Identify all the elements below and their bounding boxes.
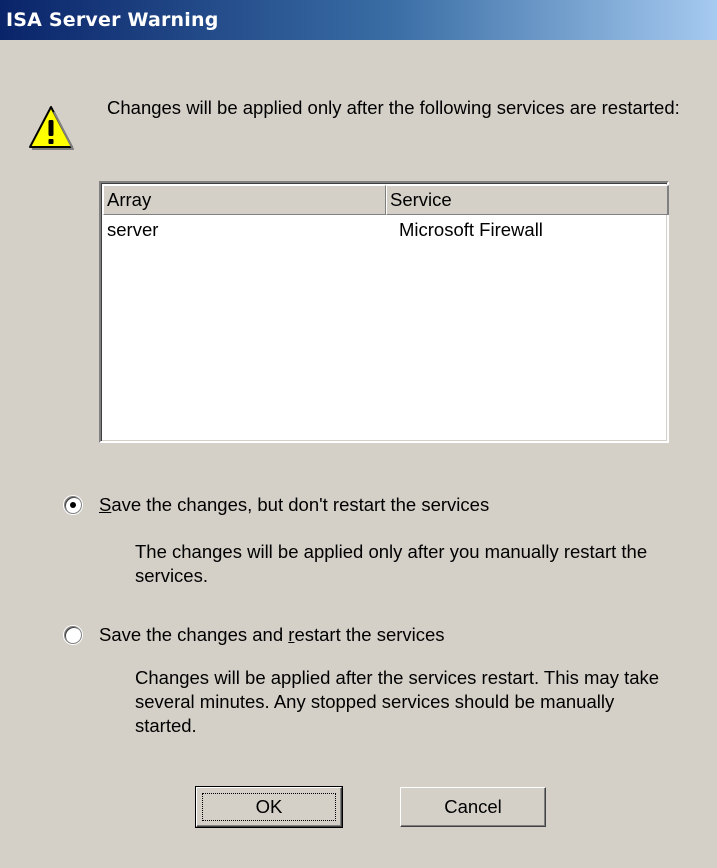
option-save-and-restart-label[interactable]: Save the changes and restart the service… bbox=[99, 623, 445, 647]
column-header-service[interactable]: Service bbox=[386, 185, 669, 215]
cancel-button[interactable]: Cancel bbox=[400, 787, 546, 827]
radio-save-no-restart[interactable] bbox=[64, 496, 82, 514]
list-header: Array Service bbox=[103, 185, 669, 215]
table-row[interactable]: server Microsoft Firewall bbox=[103, 217, 665, 243]
radio-save-and-restart[interactable] bbox=[64, 626, 82, 644]
option-save-no-restart-label[interactable]: Save the changes, but don't restart the … bbox=[99, 493, 489, 517]
label-text: Save the changes and bbox=[99, 624, 289, 645]
label-text: estart the services bbox=[294, 624, 445, 645]
warning-triangle-icon bbox=[29, 106, 74, 150]
warning-message: Changes will be applied only after the f… bbox=[107, 97, 680, 118]
cell-service: Microsoft Firewall bbox=[399, 219, 543, 240]
mnemonic-s: S bbox=[99, 494, 112, 515]
option-save-no-restart-description: The changes will be applied only after y… bbox=[135, 541, 648, 586]
cancel-button-label: Cancel bbox=[444, 796, 502, 817]
label-text: ave the changes, but don't restart the s… bbox=[111, 494, 490, 515]
focus-rect bbox=[202, 793, 336, 821]
ok-button[interactable]: OK bbox=[195, 786, 343, 828]
services-list[interactable]: Array Service server Microsoft Firewall bbox=[99, 181, 669, 443]
option-save-and-restart-description: Changes will be applied after the servic… bbox=[135, 667, 660, 736]
title-bar[interactable]: ISA Server Warning bbox=[0, 0, 717, 40]
window-title: ISA Server Warning bbox=[6, 9, 219, 31]
radio-selected-dot bbox=[70, 502, 76, 508]
dialog-window: ISA Server Warning Changes will be appli… bbox=[0, 0, 717, 868]
column-header-array[interactable]: Array bbox=[103, 185, 386, 215]
cell-array: server bbox=[107, 219, 159, 240]
